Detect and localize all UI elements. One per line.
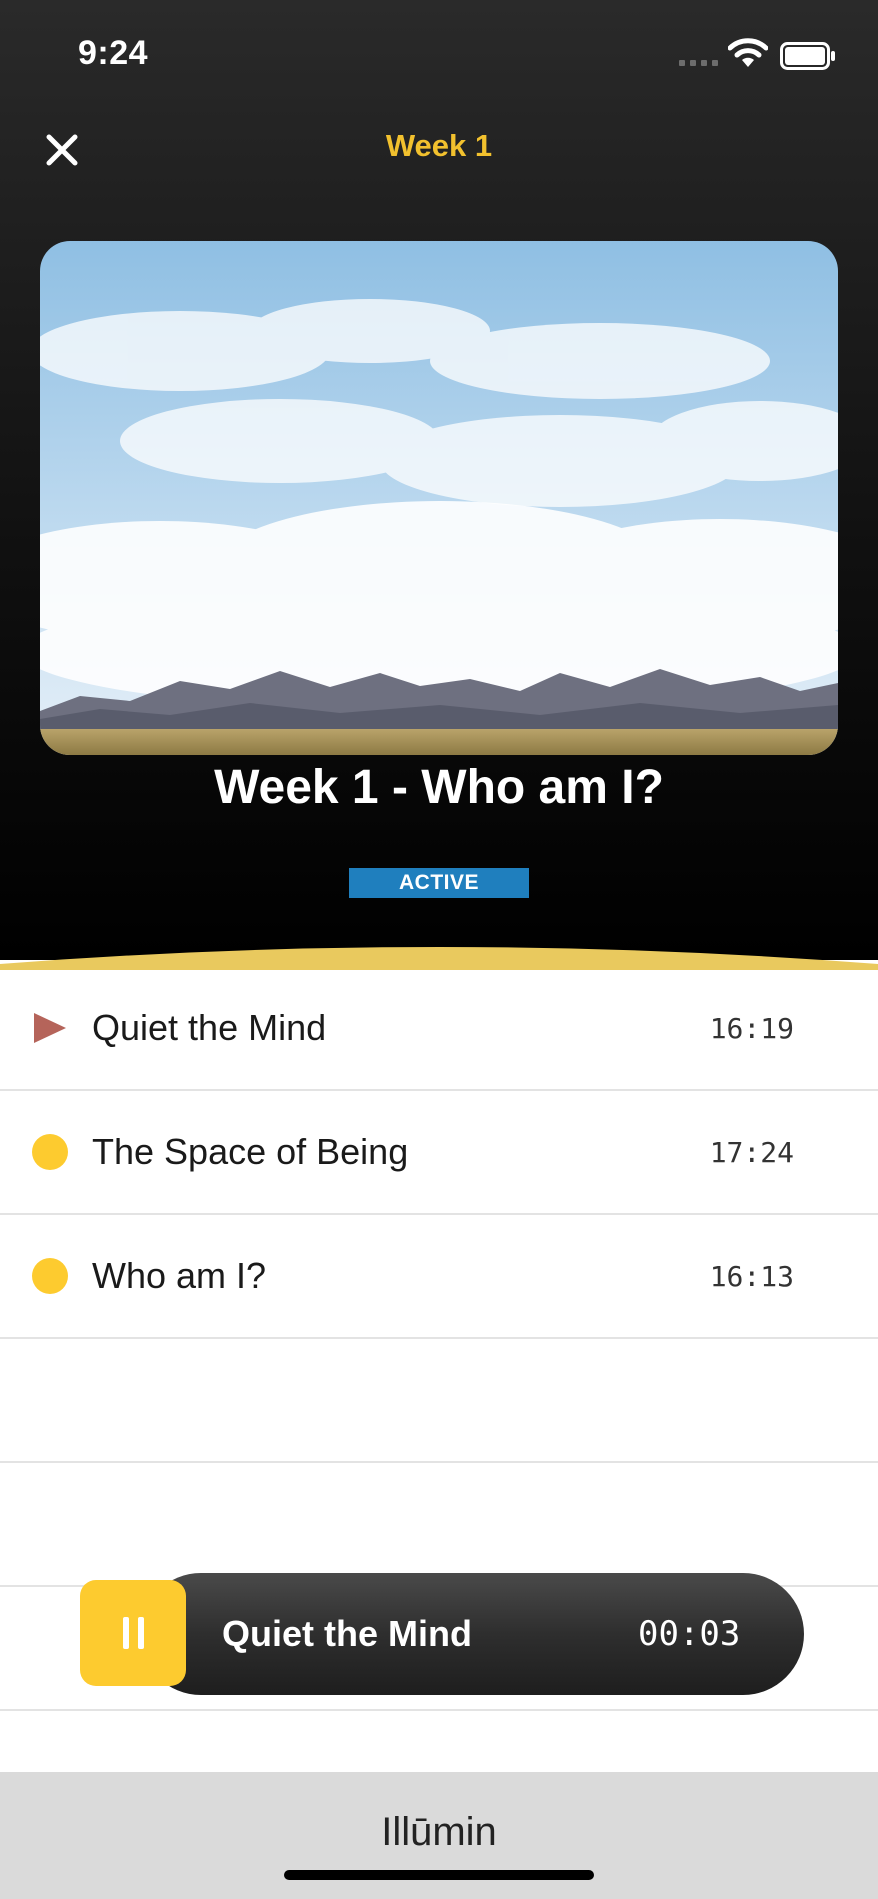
player-track-title: Quiet the Mind: [222, 1613, 472, 1654]
player-elapsed-time: 00:03: [638, 1614, 741, 1654]
track-duration: 16:19: [709, 1011, 794, 1045]
status-bar: 9:24: [0, 0, 878, 110]
nav-title: Week 1: [385, 128, 493, 163]
play-icon: [34, 1013, 66, 1043]
week-cover-image: [40, 241, 838, 755]
track-title: The Space of Being: [92, 1131, 409, 1172]
unplayed-dot-icon: [32, 1258, 68, 1294]
nav-bar: Week 1: [0, 110, 878, 180]
track-title: Quiet the Mind: [92, 1007, 327, 1048]
header-wave-divider: [0, 947, 878, 970]
empty-row: [0, 1463, 878, 1587]
week-title: Week 1 - Who am I?: [214, 761, 664, 814]
track-title: Who am I?: [92, 1255, 267, 1296]
track-row[interactable]: Who am I? 16:13: [0, 1215, 878, 1339]
cellular-signal-icon: [679, 60, 718, 66]
brand-logo: Illūmin: [381, 1810, 497, 1854]
header-background: 9:24 Week 1 Week 1 - Who am I? ACTIVE: [0, 0, 878, 970]
status-time: 9:24: [78, 34, 149, 72]
track-row[interactable]: The Space of Being 17:24: [0, 1091, 878, 1215]
track-duration: 16:13: [709, 1259, 794, 1293]
home-indicator[interactable]: [284, 1870, 594, 1880]
unplayed-dot-icon: [32, 1134, 68, 1170]
pause-button[interactable]: [80, 1580, 186, 1686]
battery-icon: [780, 42, 835, 70]
wifi-icon: [728, 38, 768, 67]
pause-icon: [122, 1617, 129, 1649]
track-duration: 17:24: [709, 1135, 794, 1169]
empty-row: [0, 1339, 878, 1463]
track-row[interactable]: Quiet the Mind 16:19: [0, 967, 878, 1091]
status-badge: ACTIVE: [349, 868, 529, 898]
